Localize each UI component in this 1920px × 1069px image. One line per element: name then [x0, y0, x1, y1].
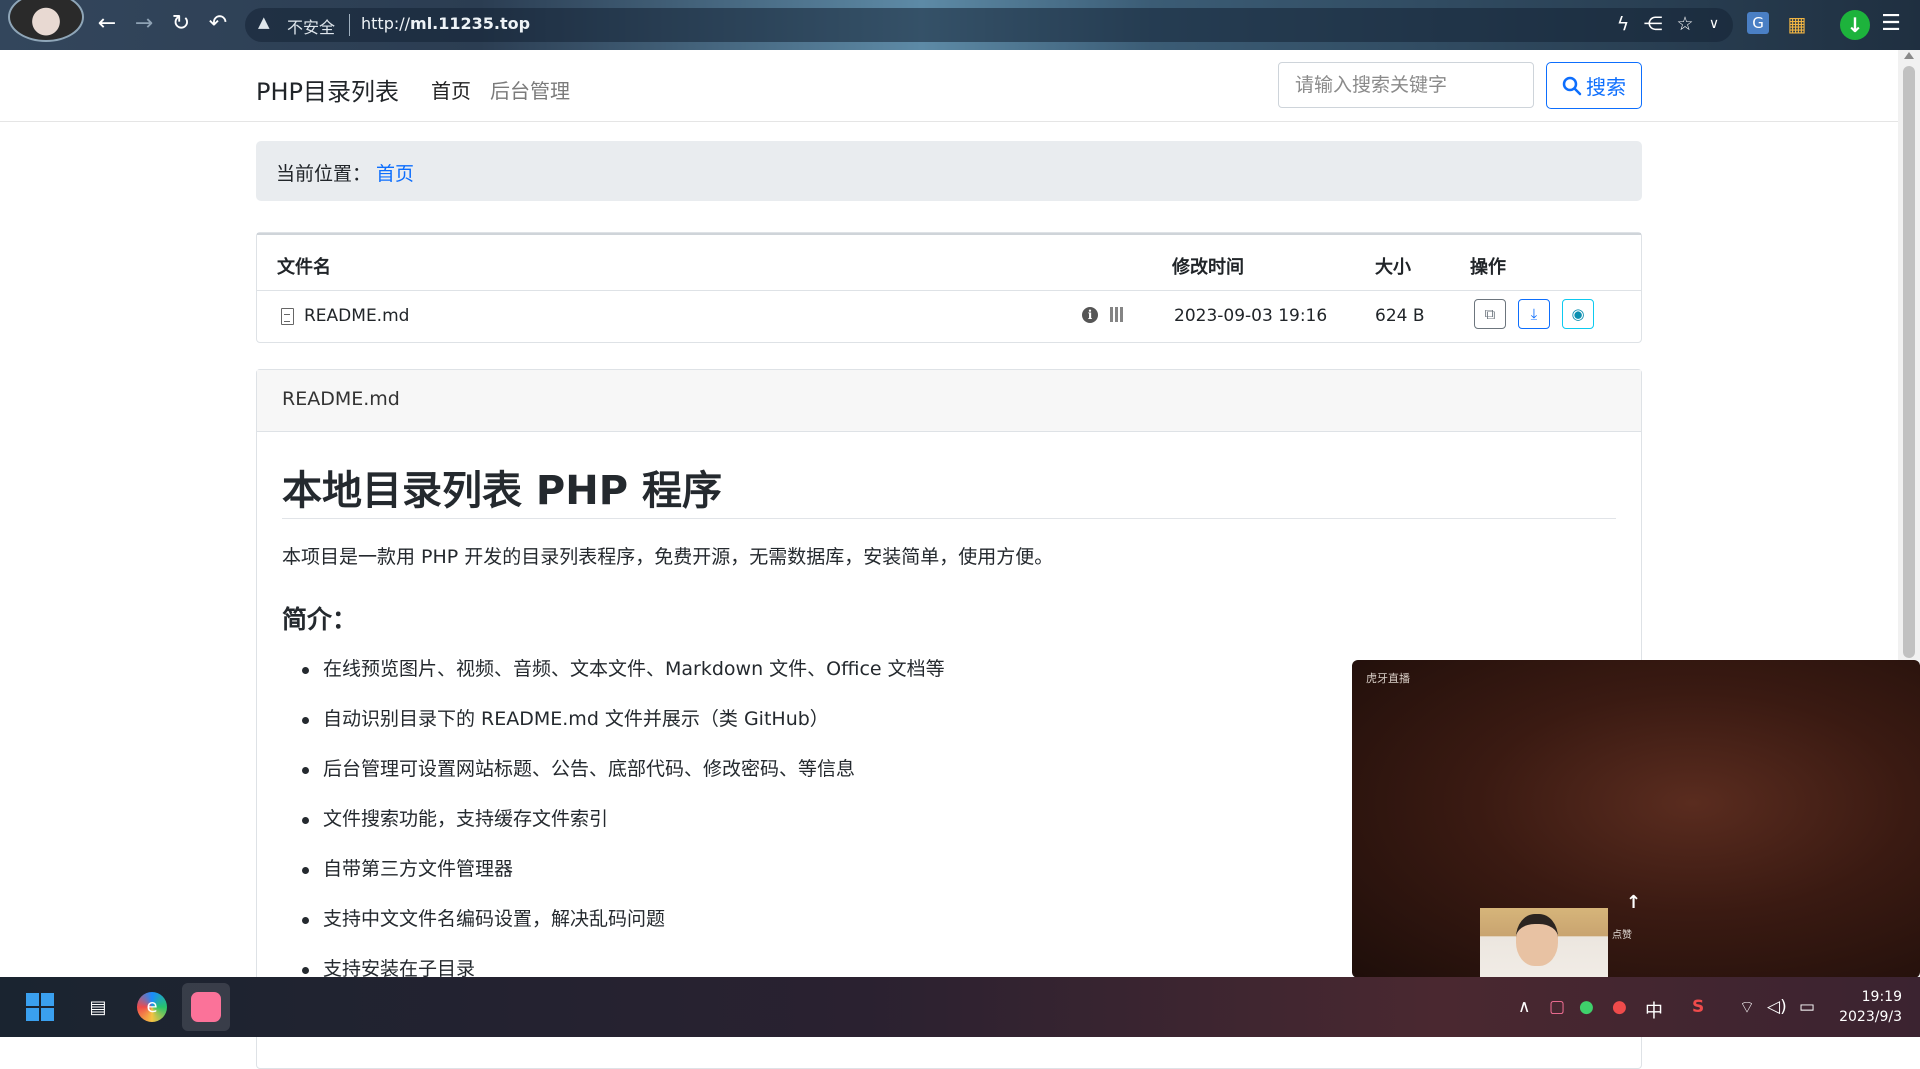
video-editor-icon[interactable]: ▤ — [80, 989, 116, 1025]
breadcrumb-home-link[interactable]: 首页 — [376, 159, 414, 186]
taskbar: ▤ e ∧ ▢ ● ● 中 S ⌔ ◁) ▭ 19:19 2023/9/3 — [0, 977, 1920, 1037]
list-item: 文件搜索功能，支持缓存文件索引 — [323, 808, 609, 830]
url-host: ml.11235.top — [410, 14, 531, 33]
site-brand[interactable]: PHP目录列表 — [256, 72, 399, 107]
bullet-dot — [302, 967, 309, 974]
webcam-overlay — [1480, 908, 1608, 978]
clock-time[interactable]: 19:19 — [1850, 989, 1902, 1005]
app-tray-icon[interactable]: ● — [1612, 997, 1627, 1017]
clock-date[interactable]: 2023/9/3 — [1836, 1009, 1902, 1025]
back-icon[interactable]: ← — [93, 10, 121, 38]
search-icon — [1562, 76, 1582, 95]
chevron-up-icon[interactable]: ∧ — [1518, 997, 1530, 1017]
ime-indicator[interactable]: 中 — [1645, 997, 1663, 1023]
nav-home-link[interactable]: 首页 — [431, 75, 471, 104]
readme-intro: 本项目是一款用 PHP 开发的目录列表程序，免费开源，无需数据库，安装简单，使用… — [282, 546, 1054, 568]
bullet-dot — [302, 917, 309, 924]
bullet-dot — [302, 767, 309, 774]
readme-divider — [282, 518, 1616, 519]
share-icon[interactable]: ⋲ — [1640, 12, 1666, 36]
profile-avatar[interactable] — [8, 0, 84, 42]
windows-start-icon[interactable] — [22, 989, 58, 1025]
floating-video-window[interactable]: 虎牙直播 ↑ 点赞 — [1352, 660, 1920, 978]
list-item: 后台管理可设置网站标题、公告、底部代码、修改密码、等信息 — [323, 758, 856, 780]
star-icon[interactable]: ☆ — [1672, 12, 1698, 36]
video-like-label[interactable]: 点赞 — [1612, 926, 1632, 941]
streamer-face — [1516, 914, 1558, 966]
bullet-dot — [302, 817, 309, 824]
col-header-name[interactable]: 文件名 — [277, 253, 331, 279]
warning-icon: ▲ — [258, 13, 270, 31]
readme-title: README.md — [282, 388, 400, 410]
search-input[interactable] — [1278, 62, 1534, 108]
readme-card-header: README.md — [257, 370, 1641, 432]
bilibili-app-icon[interactable] — [188, 989, 224, 1025]
url-text[interactable]: http://ml.11235.top — [361, 14, 530, 33]
list-item: 自动识别目录下的 README.md 文件并展示（类 GitHub） — [323, 708, 829, 730]
bilibili-tray-icon[interactable]: ▢ — [1549, 997, 1565, 1017]
list-item: 支持中文文件名编码设置，解决乱码问题 — [323, 908, 666, 930]
undo-icon[interactable]: ↶ — [204, 10, 232, 38]
breadcrumb-label: 当前位置： — [276, 163, 372, 185]
file-table: 文件名 修改时间 大小 操作 README.md i 2023-09-03 19… — [256, 232, 1642, 343]
file-mtime: 2023-09-03 19:16 — [1174, 306, 1328, 326]
copy-link-button[interactable]: ⧉ — [1474, 299, 1506, 329]
copy-icon: ⧉ — [1484, 305, 1496, 323]
info-icon[interactable]: i — [1082, 307, 1098, 323]
arrow-up-icon[interactable]: ↑ — [1626, 892, 1641, 913]
breadcrumb: 当前位置： 首页 — [256, 141, 1642, 201]
qrcode-icon[interactable] — [1110, 307, 1125, 322]
bullet-dot — [302, 867, 309, 874]
reload-icon[interactable]: ↻ — [167, 10, 195, 38]
apps-grid-icon[interactable]: ▦ — [1784, 12, 1810, 36]
url-divider — [349, 14, 350, 36]
video-logo: 虎牙直播 — [1366, 672, 1410, 685]
sogou-tray-icon[interactable]: S — [1692, 997, 1704, 1017]
insecure-label: 不安全 — [287, 18, 336, 37]
download-icon: ⤓ — [1530, 305, 1538, 323]
file-icon — [281, 308, 294, 325]
col-header-mtime[interactable]: 修改时间 — [1172, 253, 1244, 279]
table-divider — [257, 290, 1641, 291]
bullet-dot — [302, 717, 309, 724]
translate-icon[interactable]: G — [1747, 12, 1769, 34]
download-button[interactable]: ⤓ — [1518, 299, 1550, 329]
eye-icon: ◉ — [1571, 305, 1585, 323]
search-button[interactable]: 搜索 — [1546, 62, 1642, 109]
col-header-size[interactable]: 大小 — [1375, 253, 1411, 279]
file-name-link[interactable]: README.md — [304, 306, 409, 326]
lightning-icon[interactable]: ϟ — [1610, 12, 1636, 36]
scroll-thumb[interactable] — [1903, 66, 1915, 658]
file-size: 624 B — [1375, 306, 1425, 326]
list-item: 自带第三方文件管理器 — [323, 858, 514, 880]
browser-toolbar: ← → ↻ ↶ ▲ 不安全 http://ml.11235.top ϟ ⋲ ☆ … — [0, 0, 1920, 50]
preview-button[interactable]: ◉ — [1562, 299, 1594, 329]
wifi-icon[interactable]: ⌔ — [1739, 997, 1755, 1018]
forward-icon[interactable]: → — [130, 10, 158, 38]
bullet-dot — [302, 667, 309, 674]
col-header-actions: 操作 — [1470, 257, 1506, 278]
site-navbar: PHP目录列表 首页 后台管理 搜索 — [0, 50, 1898, 122]
nav-admin-link[interactable]: 后台管理 — [490, 75, 570, 104]
table-top-border — [257, 233, 1641, 235]
battery-icon[interactable]: ▭ — [1799, 997, 1815, 1017]
readme-heading: 本地目录列表 PHP 程序 — [282, 468, 722, 514]
download-icon[interactable]: ↓ — [1840, 10, 1870, 40]
readme-subheading: 简介： — [282, 605, 358, 634]
search-button-label: 搜索 — [1586, 75, 1626, 99]
browser-app-icon[interactable]: e — [134, 989, 170, 1025]
chevron-down-icon[interactable]: ∨ — [1701, 12, 1727, 36]
list-item: 在线预览图片、视频、音频、文本文件、Markdown 文件、Office 文档等 — [323, 658, 945, 680]
url-prefix: http:// — [361, 14, 411, 33]
volume-icon[interactable]: ◁) — [1767, 997, 1787, 1017]
menu-icon[interactable]: ☰ — [1878, 12, 1904, 36]
wechat-tray-icon[interactable]: ● — [1579, 997, 1594, 1017]
scroll-up-icon[interactable] — [1904, 52, 1914, 59]
